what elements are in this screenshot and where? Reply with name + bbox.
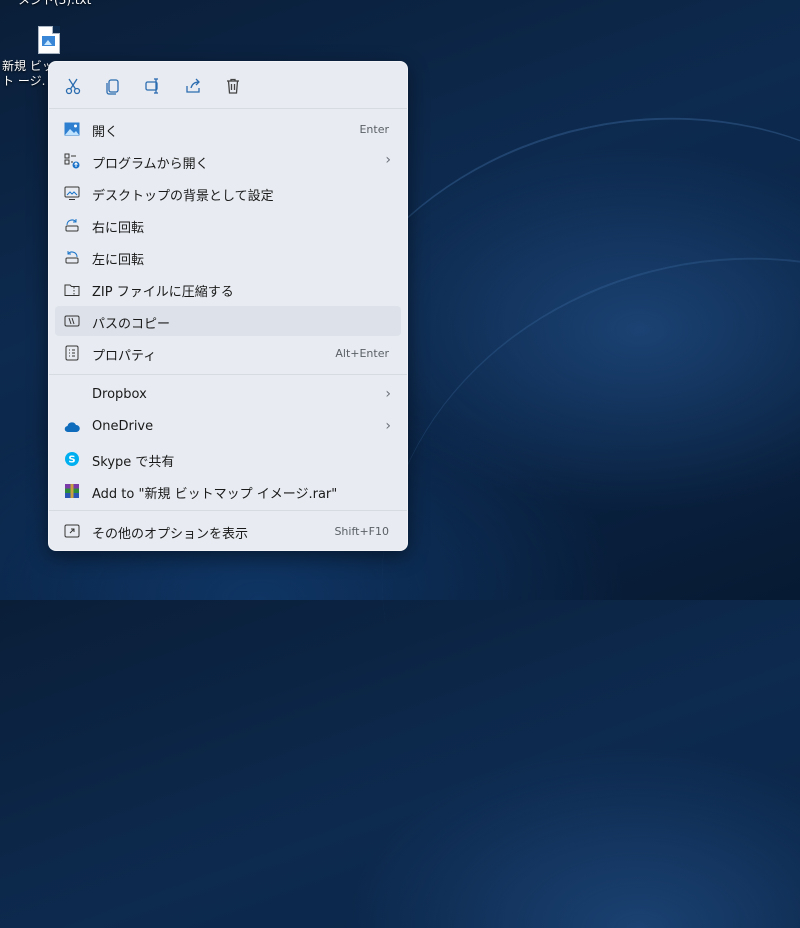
menu-item-onedrive[interactable]: OneDrive › (55, 412, 401, 442)
menu-item-label: パスのコピー (92, 317, 171, 332)
rotate-right-icon (64, 217, 80, 233)
menu-item-label: 右に回転 (92, 221, 145, 236)
menu-item-rotate-right[interactable]: 右に回転 (55, 210, 401, 240)
menu-item-label: 開く (92, 125, 119, 140)
menu-item-open-with[interactable]: プログラムから開く › (55, 146, 401, 176)
menu-item-add-to-rar[interactable]: Add to "新規 ビットマップ イメージ.rar" (55, 476, 401, 506)
menu-item-set-desktop-background[interactable]: デスクトップの背景として設定 (55, 178, 401, 208)
zip-icon (64, 281, 80, 297)
menu-item-open[interactable]: 開く Enter (55, 114, 401, 144)
chevron-right-icon: › (385, 152, 391, 168)
copy-icon (106, 79, 119, 95)
menu-item-label: 左に回転 (92, 253, 145, 268)
delete-button[interactable] (221, 74, 245, 98)
chevron-right-icon: › (385, 418, 391, 434)
menu-item-properties[interactable]: プロパティ Alt+Enter (55, 338, 401, 368)
menu-item-rotate-left[interactable]: 左に回転 (55, 242, 401, 272)
bitmap-file-icon (38, 26, 60, 54)
menu-item-skype-share[interactable]: S Skype で共有 (55, 444, 401, 474)
menu-item-label: Skype で共有 (92, 455, 175, 470)
properties-icon (64, 345, 80, 361)
menu-divider (49, 374, 407, 375)
context-menu-toolbar (49, 62, 407, 108)
svg-text:S: S (68, 455, 75, 466)
menu-item-label: Dropbox (92, 387, 147, 402)
menu-item-label: ZIP ファイルに圧縮する (92, 285, 234, 300)
open-with-icon (64, 153, 80, 169)
menu-item-label: その他のオプションを表示 (92, 527, 249, 542)
copy-button[interactable] (101, 74, 125, 98)
rename-button[interactable] (141, 74, 165, 98)
cut-button[interactable] (61, 74, 85, 98)
menu-item-label: OneDrive (92, 419, 154, 434)
more-options-icon (64, 523, 80, 539)
delete-icon (227, 78, 239, 94)
rotate-left-icon (64, 249, 80, 265)
photo-icon (64, 121, 80, 137)
menu-item-label: プログラムから開く (92, 157, 209, 172)
menu-divider (49, 108, 407, 109)
menu-item-dropbox[interactable]: Dropbox › (55, 380, 401, 410)
menu-divider (49, 510, 407, 511)
menu-item-copy-path[interactable]: パスのコピー (55, 306, 401, 336)
menu-item-label: プロパティ (92, 349, 157, 364)
share-icon (186, 78, 200, 93)
menu-item-label: Add to "新規 ビットマップ イメージ.rar" (92, 487, 338, 502)
chevron-right-icon: › (385, 386, 391, 402)
menu-item-show-more-options[interactable]: その他のオプションを表示 Shift+F10 (55, 516, 401, 546)
desktop-file-label[interactable]: メント(3).txt (18, 0, 91, 8)
desktop-background-icon (64, 185, 80, 201)
desktop-bitmap-file[interactable]: 新規 ビット ージ. (0, 24, 100, 88)
shortcut-label: Alt+Enter (335, 347, 389, 360)
copy-path-icon (64, 313, 80, 329)
menu-item-label: デスクトップの背景として設定 (92, 189, 274, 204)
cut-icon (65, 78, 81, 95)
context-menu: 開く Enter プログラムから開く › デスクトップの背景として設定 右に回転… (48, 61, 408, 551)
shortcut-label: Shift+F10 (334, 525, 389, 538)
dropbox-icon (64, 387, 80, 403)
rename-icon (145, 78, 158, 94)
shortcut-label: Enter (359, 123, 389, 136)
onedrive-icon (64, 419, 80, 435)
share-button[interactable] (181, 74, 205, 98)
winrar-icon (64, 483, 80, 499)
skype-icon: S (64, 451, 80, 467)
menu-item-compress-zip[interactable]: ZIP ファイルに圧縮する (55, 274, 401, 304)
